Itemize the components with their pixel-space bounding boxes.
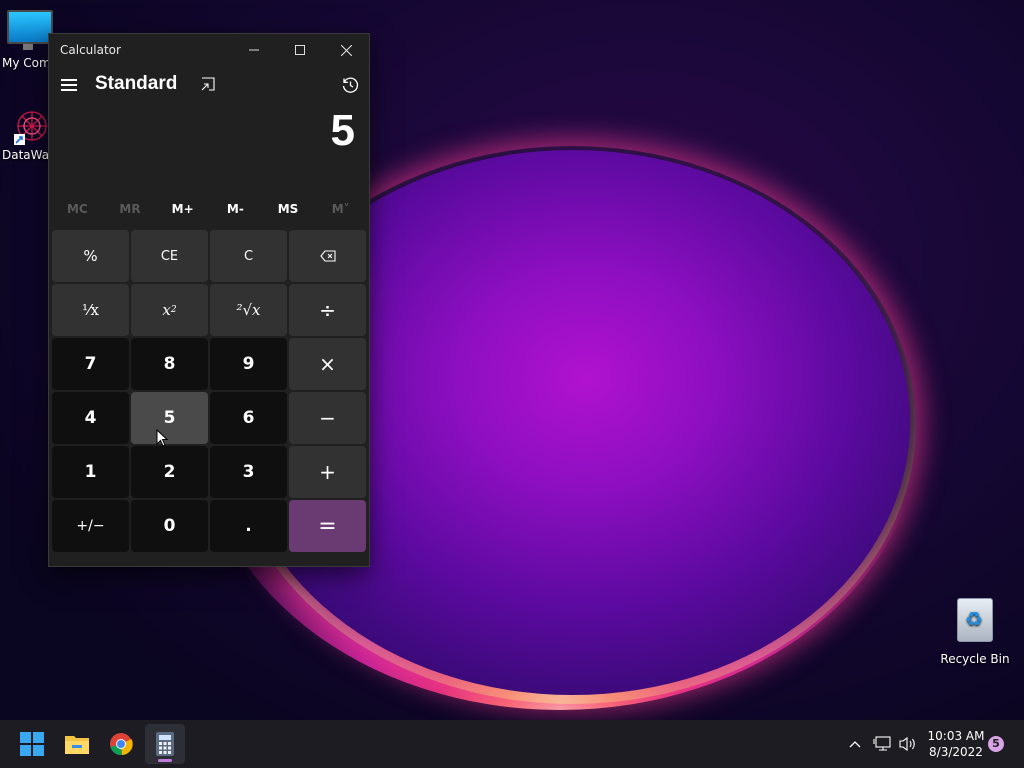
calculator-header: Standard [49, 66, 369, 106]
clock-time: 10:03 AM [927, 729, 985, 743]
multiply-button[interactable]: × [289, 338, 366, 390]
recycle-bin-icon: ♻ [957, 598, 993, 642]
keep-on-top-button[interactable] [201, 77, 215, 91]
datawag-app-icon [14, 111, 47, 145]
show-hidden-icons-button[interactable] [844, 720, 866, 768]
close-button[interactable] [323, 34, 369, 66]
digit-3-button[interactable]: 3 [210, 446, 287, 498]
volume-button[interactable] [896, 720, 920, 768]
calculator-taskbar-button[interactable] [145, 724, 185, 764]
display-value: 5 [330, 106, 355, 155]
keypad: % CE C ⅟x x2 ²√x ÷ 7 8 9 × 4 5 6 − 1 2 3… [49, 230, 369, 552]
divide-button[interactable]: ÷ [289, 284, 366, 336]
reciprocal-button[interactable]: ⅟x [52, 284, 129, 336]
square-exponent: 2 [170, 305, 177, 315]
clock-date: 8/3/2022 [929, 745, 983, 759]
navigation-menu-button[interactable] [61, 79, 77, 91]
backspace-button[interactable] [289, 230, 366, 282]
notification-badge[interactable]: 5 [988, 736, 1004, 752]
window-title: Calculator [60, 43, 121, 57]
equals-button[interactable]: = [289, 500, 366, 552]
result-display: 5 [49, 106, 369, 192]
chrome-button[interactable] [101, 724, 141, 764]
memory-subtract-button[interactable]: M- [209, 192, 262, 226]
decimal-button[interactable]: . [210, 500, 287, 552]
history-button[interactable] [341, 76, 359, 94]
desktop-icon-recycle-bin[interactable]: ♻ Recycle Bin [940, 598, 1010, 666]
mode-title: Standard [95, 73, 178, 94]
history-icon [342, 77, 359, 93]
digit-2-button[interactable]: 2 [131, 446, 208, 498]
taskbar: 10:03 AM 8/3/2022 [0, 720, 1024, 768]
chevron-up-icon [849, 741, 861, 748]
memory-add-button[interactable]: M+ [156, 192, 209, 226]
minimize-button[interactable] [231, 34, 277, 66]
memory-recall-button[interactable]: MR [104, 192, 157, 226]
file-explorer-icon [65, 736, 89, 754]
file-explorer-button[interactable] [57, 724, 97, 764]
desktop-icon-label: Recycle Bin [940, 652, 1010, 666]
memory-row: MC MR M+ M- MS M˅ [49, 192, 369, 226]
close-icon [340, 44, 352, 56]
clear-button[interactable]: C [210, 230, 287, 282]
digit-7-button[interactable]: 7 [52, 338, 129, 390]
title-bar[interactable]: Calculator [49, 34, 369, 66]
digit-6-button[interactable]: 6 [210, 392, 287, 444]
minimize-icon [249, 49, 259, 51]
hamburger-icon [61, 79, 77, 91]
volume-icon [899, 736, 915, 752]
digit-4-button[interactable]: 4 [52, 392, 129, 444]
maximize-button[interactable] [277, 34, 323, 66]
backspace-icon [319, 250, 336, 262]
network-status-button[interactable] [870, 720, 894, 768]
memory-list-button[interactable]: M˅ [314, 192, 367, 226]
digit-8-button[interactable]: 8 [131, 338, 208, 390]
digit-9-button[interactable]: 9 [210, 338, 287, 390]
square-root-button[interactable]: ²√x [210, 284, 287, 336]
memory-clear-button[interactable]: MC [51, 192, 104, 226]
square-button[interactable]: x2 [131, 284, 208, 336]
network-icon [873, 736, 891, 751]
memory-store-button[interactable]: MS [262, 192, 315, 226]
digit-5-button[interactable]: 5 [131, 392, 208, 444]
calculator-icon [156, 732, 174, 756]
square-label: x [162, 301, 171, 319]
percent-button[interactable]: % [52, 230, 129, 282]
negate-button[interactable]: +/− [52, 500, 129, 552]
chrome-icon [110, 733, 133, 756]
mouse-cursor-icon [156, 429, 168, 447]
calculator-window: Calculator Standard 5 MC MR M+ M- MS M˅ … [48, 33, 370, 567]
subtract-button[interactable]: − [289, 392, 366, 444]
digit-1-button[interactable]: 1 [52, 446, 129, 498]
maximize-icon [295, 45, 305, 55]
start-icon [20, 732, 44, 756]
add-button[interactable]: + [289, 446, 366, 498]
clear-entry-button[interactable]: CE [131, 230, 208, 282]
computer-icon [7, 10, 53, 50]
keep-on-top-icon [201, 77, 215, 91]
digit-0-button[interactable]: 0 [131, 500, 208, 552]
start-button[interactable] [12, 724, 52, 764]
clock-button[interactable]: 10:03 AM 8/3/2022 [922, 728, 990, 760]
